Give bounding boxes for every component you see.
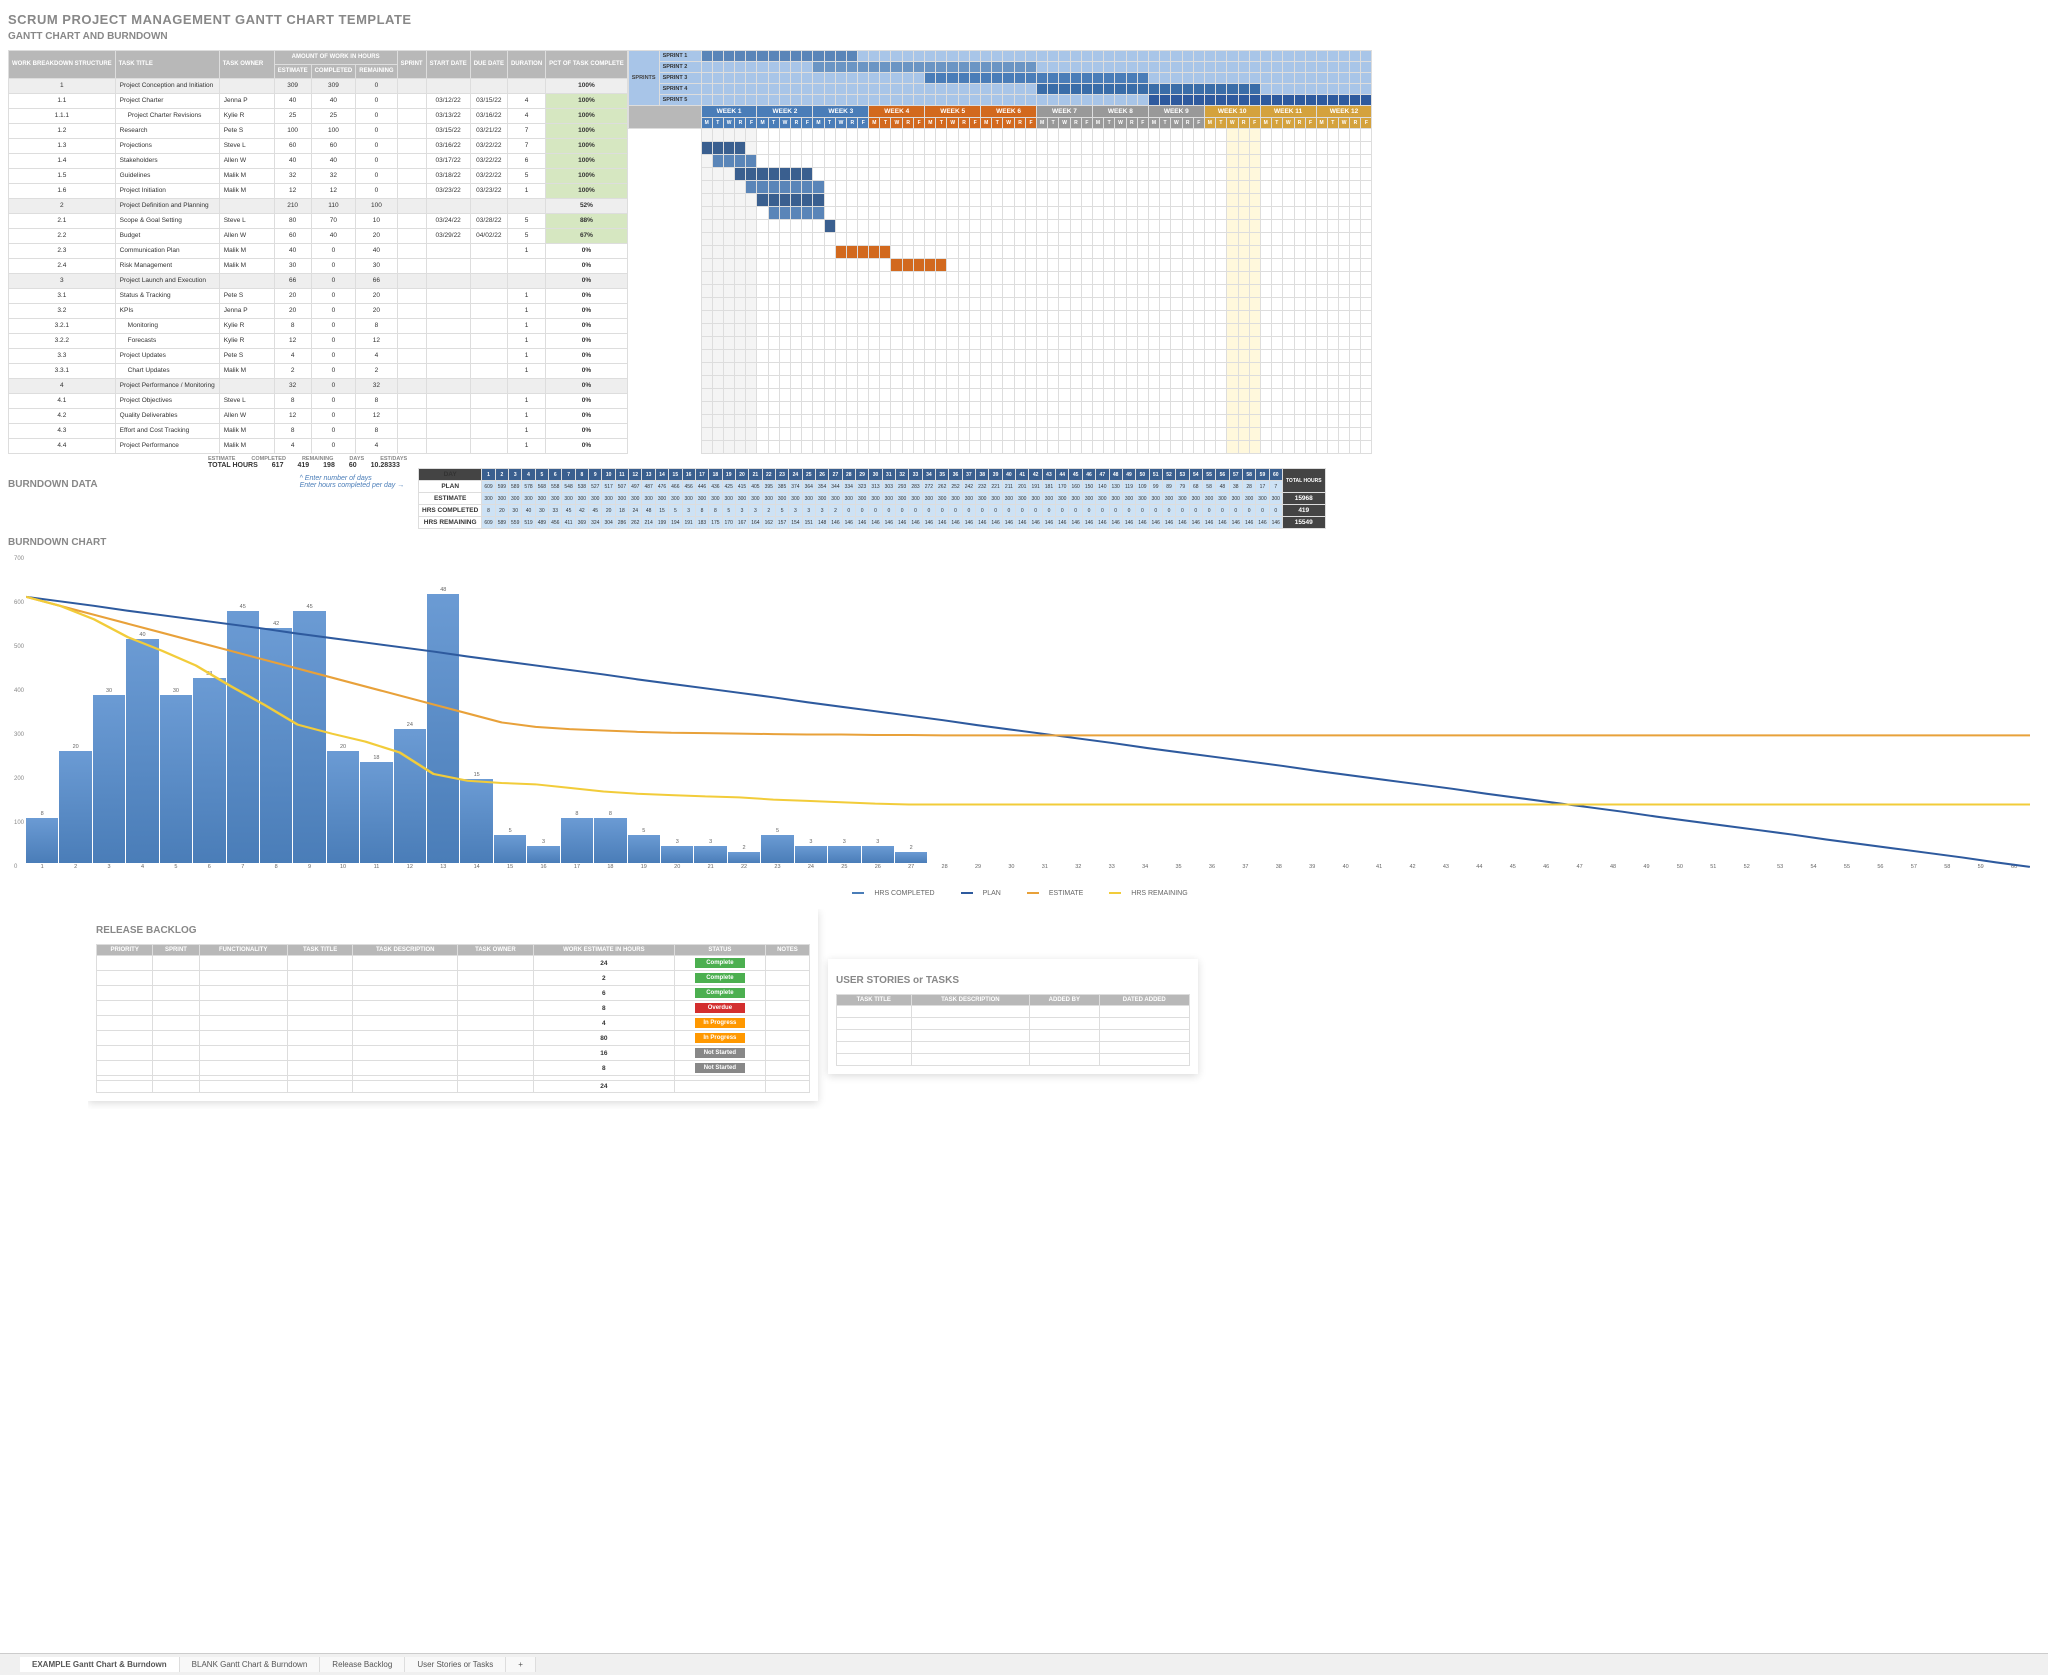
add-sheet-button[interactable]: + [506, 1657, 536, 1672]
release-backlog-title: RELEASE BACKLOG [96, 925, 810, 936]
chart-legend: HRS COMPLETED PLAN ESTIMATE HRS REMAININ… [8, 890, 2040, 897]
hint-days: ^ Enter number of days [300, 475, 405, 482]
gantt-grid: SPRINTSSPRINT 1SPRINT 2SPRINT 3SPRINT 4S… [628, 50, 1373, 454]
user-stories-title: USER STORIES or TASKS [836, 975, 1190, 986]
sheet-tab[interactable]: User Stories or Tasks [405, 1657, 506, 1672]
sheet-tab[interactable]: BLANK Gantt Chart & Burndown [180, 1657, 321, 1672]
sheet-tab[interactable]: Release Backlog [320, 1657, 405, 1672]
sheet-tabs[interactable]: EXAMPLE Gantt Chart & BurndownBLANK Gant… [0, 1653, 2048, 1675]
burndown-chart-title: BURNDOWN CHART [8, 537, 2040, 548]
sheet-tab[interactable]: EXAMPLE Gantt Chart & Burndown [20, 1657, 180, 1672]
release-backlog-table: PRIORITYSPRINTFUNCTIONALITYTASK TITLETAS… [96, 944, 810, 1093]
burndown-data-title: BURNDOWN DATA [8, 479, 98, 490]
totals-label: ESTIMATECOMPLETEDREMAININGDAYSEST/DAYS T… [208, 456, 407, 469]
task-table: WORK BREAKDOWN STRUCTURETASK TITLETASK O… [8, 50, 628, 454]
burndown-data-table: DAY1234567891011121314151617181920212223… [418, 468, 1326, 529]
gantt-chart: WORK BREAKDOWN STRUCTURETASK TITLETASK O… [8, 50, 2040, 454]
release-backlog-card: RELEASE BACKLOG PRIORITYSPRINTFUNCTIONAL… [88, 909, 818, 1101]
user-stories-card: USER STORIES or TASKS TASK TITLETASK DES… [828, 959, 1198, 1074]
page-title: SCRUM PROJECT MANAGEMENT GANTT CHART TEM… [8, 12, 2040, 27]
gantt-subtitle: GANTT CHART AND BURNDOWN [8, 31, 2040, 42]
hint-hours: Enter hours completed per day → [300, 482, 405, 489]
burndown-chart: 7006005004003002001000 81202303404305336… [26, 556, 2030, 886]
user-stories-table: TASK TITLETASK DESCRIPTIONADDED BYDATED … [836, 994, 1190, 1066]
